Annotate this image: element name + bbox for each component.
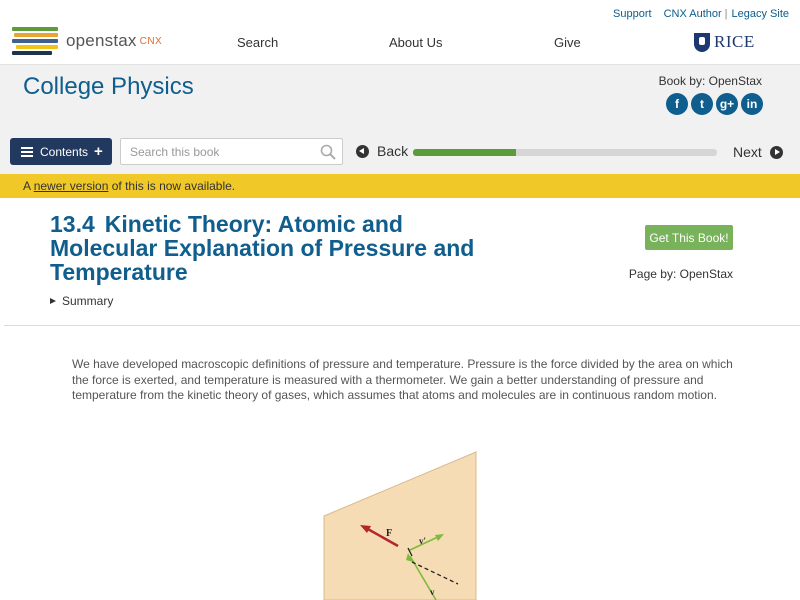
next-label: Next (733, 144, 762, 160)
plus-icon: + (94, 143, 103, 160)
summary-toggle[interactable]: Summary (50, 294, 113, 308)
social-share-links: f t g+ in (666, 93, 763, 115)
facebook-icon[interactable]: f (666, 93, 688, 115)
book-progress-fill (413, 149, 517, 156)
force-label: F (386, 528, 392, 539)
velocity-in-label: v (430, 587, 435, 597)
contents-button[interactable]: Contents + (10, 138, 112, 165)
nav-about-link[interactable]: About Us (389, 35, 442, 50)
linkedin-icon[interactable]: in (741, 93, 763, 115)
content-divider (4, 325, 800, 326)
next-button[interactable]: Next (733, 144, 783, 160)
book-progress-bar (413, 149, 717, 156)
page-title: 13.4 Kinetic Theory: Atomic and Molecular… (50, 212, 490, 284)
section-number: 13.4 (50, 211, 95, 237)
newer-version-notice: A newer version of this is now available… (0, 174, 800, 198)
book-toolbar: Contents + Back Next (0, 138, 800, 166)
search-icon[interactable] (320, 144, 336, 160)
back-button[interactable]: Back (356, 143, 408, 159)
newer-version-link[interactable]: newer version (34, 179, 109, 193)
book-header: College Physics Book by: OpenStax f t g+… (0, 64, 800, 174)
nav-give-link[interactable]: Give (554, 35, 581, 50)
wall-surface (323, 451, 477, 600)
twitter-icon[interactable]: t (691, 93, 713, 115)
book-search-input[interactable] (121, 139, 311, 164)
pressure-collision-figure: F v′ v (323, 451, 477, 600)
legacy-site-link[interactable]: Legacy Site (728, 8, 789, 20)
back-arrow-icon (356, 144, 369, 158)
next-arrow-icon (769, 145, 783, 159)
list-icon (21, 146, 33, 157)
velocity-out-label: v′ (419, 536, 426, 546)
google-plus-icon[interactable]: g+ (716, 93, 738, 115)
book-title[interactable]: College Physics (23, 73, 194, 101)
summary-label: Summary (62, 294, 114, 308)
section-title: Kinetic Theory: Atomic and Molecular Exp… (50, 211, 475, 285)
notice-prefix: A (23, 179, 31, 193)
rice-logo[interactable]: RICE (694, 32, 755, 52)
get-this-book-button[interactable]: Get This Book! (645, 225, 733, 250)
support-link[interactable]: Support (607, 8, 658, 20)
contents-label: Contents (40, 144, 89, 159)
nav-search-link[interactable]: Search (237, 35, 278, 50)
page-author: Page by: OpenStax (628, 267, 733, 281)
site-header: openstax CNX Support CNX Author | Legacy… (0, 0, 800, 64)
openstax-books-icon (12, 27, 60, 55)
rice-shield-icon (694, 32, 710, 52)
back-label: Back (377, 143, 409, 159)
logo-cnx-text: CNX (139, 35, 163, 47)
rice-logo-text: RICE (714, 32, 755, 51)
notice-suffix: of this is now available. (111, 179, 236, 193)
utility-links: Support CNX Author | Legacy Site (607, 8, 789, 20)
book-search (120, 138, 343, 165)
openstax-cnx-logo[interactable]: openstax CNX (12, 26, 172, 56)
cnx-author-link[interactable]: CNX Author (658, 8, 725, 20)
logo-brand-text: openstax (66, 31, 137, 50)
book-author: Book by: OpenStax (658, 74, 762, 88)
disclosure-triangle-icon (50, 298, 56, 304)
intro-paragraph: We have developed macroscopic definition… (72, 357, 733, 402)
